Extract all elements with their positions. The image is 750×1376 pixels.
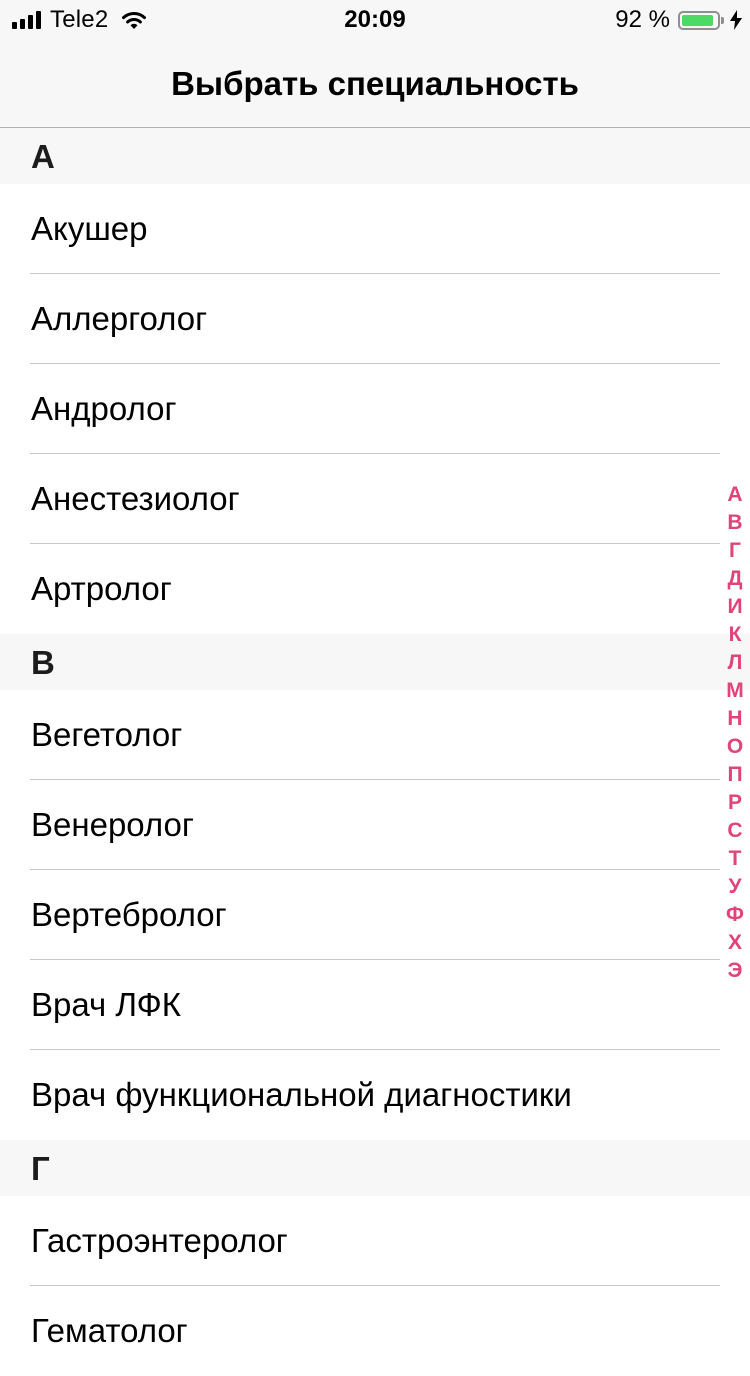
index-letter[interactable]: И <box>720 593 750 621</box>
index-letter[interactable]: Д <box>720 565 750 593</box>
list-item-label: Аллерголог <box>31 300 208 337</box>
battery-cap <box>721 16 724 24</box>
specialty-list[interactable]: А Акушер Аллерголог Андролог Анестезиолог Арт… <box>0 128 750 1376</box>
list-item[interactable]: Гастроэнтеролог <box>0 1196 750 1286</box>
section-header: Г <box>0 1140 750 1196</box>
section-header-label: А <box>31 138 55 175</box>
list-item[interactable]: Артролог <box>0 544 750 634</box>
list-item[interactable]: Андролог <box>0 364 750 454</box>
section-header: В <box>0 634 750 690</box>
list-item[interactable]: Вегетолог <box>0 690 750 780</box>
index-letter[interactable]: В <box>720 509 750 537</box>
list-item-label: Врач функциональной диагностики <box>31 1076 572 1113</box>
list-item-label: Вегетолог <box>31 716 183 753</box>
index-letter[interactable]: Л <box>720 649 750 677</box>
list-item-label: Венеролог <box>31 806 194 843</box>
index-letter[interactable]: Т <box>720 845 750 873</box>
list-item-label: Врач ЛФК <box>31 986 181 1023</box>
list-item-label: Вертебролог <box>31 896 227 933</box>
section-header: А <box>0 128 750 184</box>
section-index-bar[interactable]: АВГДИКЛМНОПРСТУФХЭ <box>720 481 750 985</box>
list-item[interactable]: Врач ЛФК <box>0 960 750 1050</box>
charging-bolt-icon <box>730 10 742 30</box>
status-right: 92 % <box>615 0 742 40</box>
index-letter[interactable]: М <box>720 677 750 705</box>
list-item[interactable]: Аллерголог <box>0 274 750 364</box>
list-item-label: Артролог <box>31 570 172 607</box>
status-bar: Tele2 20:09 92 % <box>0 0 750 40</box>
list-item-label: Андролог <box>31 390 177 427</box>
page-title: Выбрать специальность <box>171 65 579 102</box>
index-letter[interactable]: Н <box>720 705 750 733</box>
navigation-bar: Выбрать специальность <box>0 40 750 128</box>
section-header-label: Г <box>31 1150 50 1187</box>
battery-level-fill <box>682 14 714 26</box>
list-item[interactable]: Анестезиолог <box>0 454 750 544</box>
battery-icon <box>678 10 720 30</box>
index-letter[interactable]: Э <box>720 957 750 985</box>
index-letter[interactable]: О <box>720 733 750 761</box>
list-item[interactable]: Врач функциональной диагностики <box>0 1050 750 1140</box>
list-item-label: Гастроэнтеролог <box>31 1222 288 1259</box>
list-item[interactable]: Гематолог <box>0 1286 750 1376</box>
index-letter[interactable]: Р <box>720 789 750 817</box>
list-item-label: Анестезиолог <box>31 480 240 517</box>
list-item-label: Акушер <box>31 210 148 247</box>
index-letter[interactable]: Х <box>720 929 750 957</box>
index-letter[interactable]: С <box>720 817 750 845</box>
list-item[interactable]: Венеролог <box>0 780 750 870</box>
index-letter[interactable]: К <box>720 621 750 649</box>
list-item-label: Гематолог <box>31 1312 188 1349</box>
index-letter[interactable]: А <box>720 481 750 509</box>
section-header-label: В <box>31 644 55 681</box>
battery-percent: 92 % <box>615 6 670 33</box>
index-letter[interactable]: Ф <box>720 901 750 929</box>
list-item[interactable]: Вертебролог <box>0 870 750 960</box>
index-letter[interactable]: У <box>720 873 750 901</box>
index-letter[interactable]: Г <box>720 537 750 565</box>
index-letter[interactable]: П <box>720 761 750 789</box>
list-item[interactable]: Акушер <box>0 184 750 274</box>
